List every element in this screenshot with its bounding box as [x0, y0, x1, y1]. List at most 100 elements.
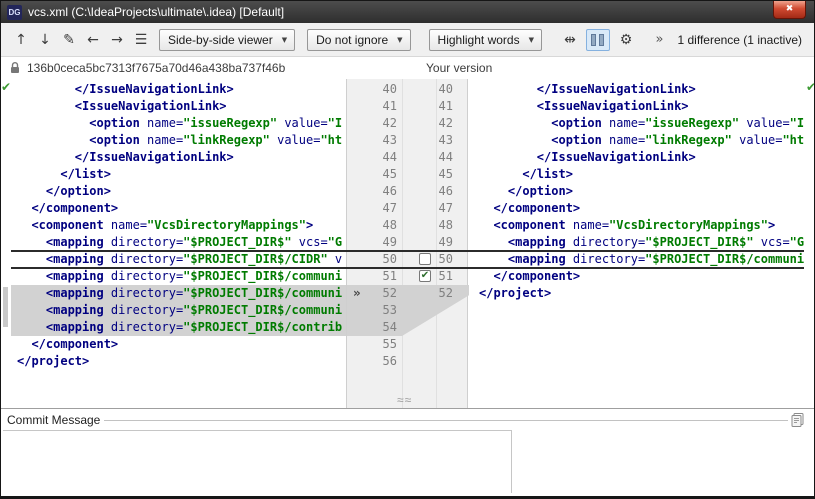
left-error-stripe[interactable]: ✔ [1, 79, 11, 408]
edit-source-icon[interactable]: ✎ [57, 29, 81, 51]
left-code-line[interactable]: </option> [11, 183, 346, 200]
right-code-line[interactable]: </project> [468, 285, 804, 302]
chevron-down-icon: ▼ [397, 35, 403, 44]
window-title: vcs.xml (C:\IdeaProjects\ultimate\.idea)… [28, 5, 285, 19]
left-code-line[interactable]: <option name="issueRegexp" value="I [11, 115, 346, 132]
left-code-line[interactable]: <component name="VcsDirectoryMappings"> [11, 217, 346, 234]
line-number: 44 [438, 150, 453, 164]
inactive-change-marker-icon[interactable]: » [353, 285, 361, 302]
next-difference-button[interactable]: ↓ [33, 29, 57, 51]
left-code-line[interactable]: </component> [11, 200, 346, 217]
line-number: 52 [438, 286, 453, 300]
line-number: 40 [438, 82, 453, 96]
highlight-mode-value: Highlight words [437, 32, 520, 47]
right-code-line[interactable]: <option name="issueRegexp" value="IDEA [468, 115, 804, 132]
left-code-line[interactable]: </project> [11, 353, 346, 370]
left-editor[interactable]: </IssueNavigationLink> <IssueNavigationL… [11, 79, 346, 408]
commit-history-icon[interactable] [790, 412, 806, 428]
previous-difference-button[interactable]: ↑ [9, 29, 33, 51]
close-button[interactable]: ✖ [773, 1, 806, 19]
line-number: 42 [438, 116, 453, 130]
left-code-line[interactable]: </IssueNavigationLink> [11, 149, 346, 166]
inactive-change-stripe-marker[interactable] [3, 287, 8, 327]
ignore-policy-value: Do not ignore [316, 32, 389, 47]
line-number: 41 [438, 99, 453, 113]
line-number: 40 [382, 82, 397, 96]
viewer-mode-value: Side-by-side viewer [168, 32, 273, 47]
chevron-down-icon: ▼ [528, 35, 534, 44]
right-code-line[interactable] [468, 319, 804, 336]
collapse-unchanged-icon[interactable]: ⇹ [558, 29, 582, 51]
right-error-stripe[interactable]: ✔ [804, 79, 814, 408]
gutter-separator [402, 79, 403, 408]
highlight-mode-select[interactable]: Highlight words ▼ [428, 28, 542, 51]
right-revision-label: Your version [426, 61, 493, 75]
right-code-line[interactable] [468, 336, 804, 353]
diff-body: ✔ </IssueNavigationLink> <IssueNavigatio… [1, 79, 814, 408]
left-code-line[interactable]: <IssueNavigationLink> [11, 98, 346, 115]
line-number [407, 302, 453, 319]
line-number: 41 [382, 99, 397, 113]
right-code-line[interactable] [468, 302, 804, 319]
menu-icon[interactable]: ☰ [129, 29, 153, 51]
left-code-line[interactable]: </IssueNavigationLink> [11, 81, 346, 98]
commit-editor-border [3, 430, 511, 431]
right-code-line[interactable]: </list> [468, 166, 804, 183]
forward-button[interactable]: → [105, 29, 129, 51]
right-code-line[interactable]: </component> [468, 268, 804, 285]
right-editor[interactable]: </IssueNavigationLink> <IssueNavigationL… [468, 79, 804, 408]
left-code-line[interactable]: <mapping directory="$PROJECT_DIR$/CIDR" … [11, 251, 346, 268]
line-number: 43 [438, 133, 453, 147]
diff-toolbar: ↑ ↓ ✎ ← → ☰ Side-by-side viewer ▼ Do not… [1, 23, 814, 57]
app-icon: DG [7, 4, 22, 20]
right-code-line[interactable]: <option name="linkRegexp" value="https [468, 132, 804, 149]
back-button[interactable]: ← [81, 29, 105, 51]
right-code-line[interactable]: </option> [468, 183, 804, 200]
viewer-mode-select[interactable]: Side-by-side viewer ▼ [159, 28, 296, 51]
chevron-down-icon: ▼ [281, 35, 288, 44]
line-number: 43 [382, 133, 397, 147]
line-number: 54 [382, 320, 397, 334]
line-number: 56 [382, 354, 397, 368]
sync-column-icon [599, 33, 605, 46]
right-code-line[interactable]: <mapping directory="$PROJECT_DIR$/commun… [468, 251, 804, 268]
left-revision-hash: 136b0ceca5bc7313f7675a70d46a438ba737f46b [27, 61, 286, 75]
left-code-line[interactable]: <mapping directory="$PROJECT_DIR$/contri… [11, 319, 346, 336]
commit-message-label: Commit Message [7, 413, 105, 427]
include-change-checkbox-unchecked[interactable] [419, 253, 431, 265]
synchronize-scrolling-toggle[interactable] [585, 28, 610, 51]
right-code-line[interactable]: </IssueNavigationLink> [468, 81, 804, 98]
left-line-numbers: 40 41 42 43 44 45 46 47 48 49 50 51 52 53 54 55 56 [347, 79, 397, 370]
right-code-line[interactable]: <IssueNavigationLink> [468, 98, 804, 115]
soft-wrap-marks: ≈≈ [397, 393, 413, 407]
line-number: 48 [438, 218, 453, 232]
gear-icon[interactable]: ⚙ [614, 29, 638, 51]
line-number: 55 [382, 337, 397, 351]
commit-message-input[interactable] [1, 431, 814, 496]
include-change-checkbox-checked[interactable]: ✔ [419, 270, 431, 282]
line-number [407, 336, 453, 353]
applied-check-icon: ✔ [806, 80, 814, 94]
right-code-line[interactable]: </component> [468, 200, 804, 217]
applied-check-icon: ✔ [1, 80, 12, 94]
ignore-policy-select[interactable]: Do not ignore ▼ [307, 28, 411, 51]
sync-column-icon [591, 33, 597, 46]
left-code-line[interactable]: </component> [11, 336, 346, 353]
left-code-line[interactable]: <option name="linkRegexp" value="ht [11, 132, 346, 149]
right-line-numbers: 40 41 42 43 44 45 46 47 48 49 50 51 52 [407, 79, 453, 370]
line-number: 50 [382, 252, 397, 266]
right-code-line[interactable]: <component name="VcsDirectoryMappings"> [468, 217, 804, 234]
more-actions-icon[interactable]: » [656, 32, 664, 47]
left-code-line[interactable]: </list> [11, 166, 346, 183]
right-code-line[interactable]: </IssueNavigationLink> [468, 149, 804, 166]
right-code-line[interactable]: <mapping directory="$PROJECT_DIR$" vcs="… [468, 234, 804, 251]
left-code-line[interactable]: <mapping directory="$PROJECT_DIR$/commun… [11, 285, 346, 302]
left-code-line[interactable]: <mapping directory="$PROJECT_DIR$" vcs="… [11, 234, 346, 251]
left-code-line[interactable]: <mapping directory="$PROJECT_DIR$/commun… [11, 302, 346, 319]
right-code-line[interactable] [468, 353, 804, 370]
revision-header: 136b0ceca5bc7313f7675a70d46a438ba737f46b… [1, 57, 814, 79]
left-code-line[interactable]: <mapping directory="$PROJECT_DIR$/commun… [11, 268, 346, 285]
line-number [407, 353, 453, 370]
titlebar[interactable]: DG vcs.xml (C:\IdeaProjects\ultimate\.id… [1, 1, 814, 23]
change-boundary-line [11, 250, 804, 252]
